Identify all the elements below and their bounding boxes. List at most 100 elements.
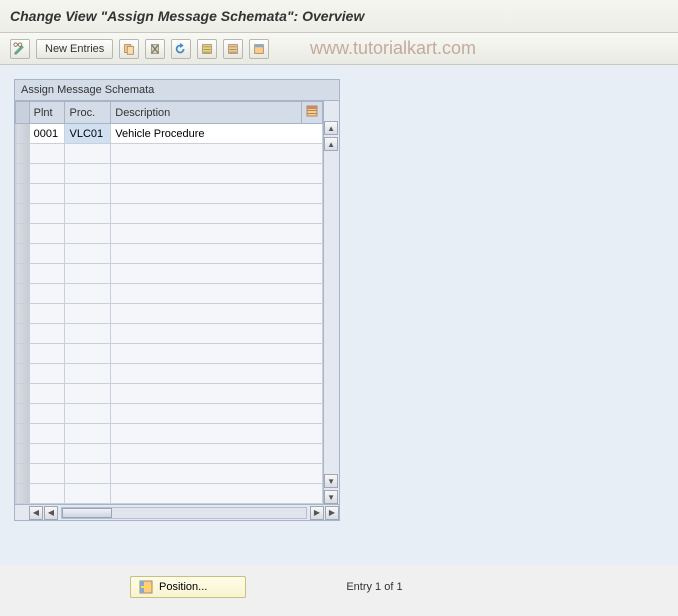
column-header-plnt[interactable]: Plnt (29, 102, 65, 124)
cell-proc[interactable] (65, 384, 111, 404)
row-selector[interactable] (16, 204, 30, 224)
copy-button[interactable] (119, 39, 139, 59)
row-selector[interactable] (16, 164, 30, 184)
cell-proc[interactable] (65, 404, 111, 424)
position-button[interactable]: Position... (130, 576, 246, 598)
row-selector[interactable] (16, 464, 30, 484)
column-header-desc[interactable]: Description (111, 102, 302, 124)
toggle-button[interactable] (10, 39, 30, 59)
cell-plnt[interactable] (29, 484, 65, 504)
row-selector[interactable] (16, 364, 30, 384)
cell-desc[interactable] (111, 184, 323, 204)
cell-proc[interactable] (65, 424, 111, 444)
cell-desc[interactable] (111, 204, 323, 224)
row-selector[interactable] (16, 324, 30, 344)
scroll-last-arrow[interactable]: ▶ (325, 506, 339, 520)
scroll-first-arrow[interactable]: ◀ (29, 506, 43, 520)
cell-desc[interactable] (111, 144, 323, 164)
scroll-right-arrow[interactable]: ▶ (310, 506, 324, 520)
cell-desc[interactable] (111, 264, 323, 284)
cell-proc[interactable] (65, 364, 111, 384)
delete-button[interactable] (145, 39, 165, 59)
cell-proc[interactable] (65, 264, 111, 284)
cell-desc[interactable] (111, 324, 323, 344)
column-header-proc[interactable]: Proc. (65, 102, 111, 124)
cell-proc[interactable] (65, 164, 111, 184)
cell-desc[interactable] (111, 384, 323, 404)
cell-proc[interactable] (65, 444, 111, 464)
scroll-up-arrow[interactable]: ▲ (324, 121, 338, 135)
row-selector[interactable] (16, 144, 30, 164)
cell-desc[interactable] (111, 224, 323, 244)
cell-plnt[interactable] (29, 304, 65, 324)
cell-desc[interactable] (111, 284, 323, 304)
cell-plnt[interactable] (29, 324, 65, 344)
select-all-button[interactable] (197, 39, 217, 59)
cell-plnt[interactable] (29, 444, 65, 464)
row-selector[interactable] (16, 264, 30, 284)
cell-proc[interactable] (65, 184, 111, 204)
cell-proc[interactable] (65, 304, 111, 324)
scroll-up-arrow-2[interactable]: ▲ (324, 137, 338, 151)
hscroll-track[interactable] (61, 507, 307, 519)
cell-desc[interactable] (111, 364, 323, 384)
horizontal-scrollbar[interactable]: ◀ ◀ ▶ ▶ (15, 504, 339, 520)
cell-desc[interactable] (111, 444, 323, 464)
cell-proc[interactable] (65, 464, 111, 484)
cell-plnt[interactable] (29, 184, 65, 204)
cell-plnt[interactable] (29, 264, 65, 284)
vertical-scrollbar[interactable]: ▲ ▲ ▼ ▼ (323, 101, 339, 504)
cell-plnt[interactable] (29, 404, 65, 424)
row-selector[interactable] (16, 424, 30, 444)
deselect-all-button[interactable] (223, 39, 243, 59)
cell-proc[interactable] (65, 144, 111, 164)
cell-plnt[interactable] (29, 344, 65, 364)
row-selector[interactable] (16, 484, 30, 504)
cell-desc[interactable]: Vehicle Procedure (111, 124, 323, 144)
cell-proc[interactable] (65, 204, 111, 224)
row-selector[interactable] (16, 224, 30, 244)
cell-proc[interactable] (65, 484, 111, 504)
row-selector[interactable] (16, 284, 30, 304)
cell-plnt[interactable] (29, 144, 65, 164)
row-selector[interactable] (16, 404, 30, 424)
cell-plnt[interactable] (29, 204, 65, 224)
row-selector[interactable] (16, 384, 30, 404)
cell-plnt[interactable]: 0001 (29, 124, 65, 144)
cell-plnt[interactable] (29, 284, 65, 304)
hscroll-thumb[interactable] (62, 508, 112, 518)
row-selector[interactable] (16, 344, 30, 364)
config-button[interactable] (249, 39, 269, 59)
scroll-left-arrow[interactable]: ◀ (44, 506, 58, 520)
cell-desc[interactable] (111, 464, 323, 484)
cell-desc[interactable] (111, 404, 323, 424)
cell-plnt[interactable] (29, 224, 65, 244)
cell-desc[interactable] (111, 304, 323, 324)
cell-plnt[interactable] (29, 164, 65, 184)
cell-plnt[interactable] (29, 244, 65, 264)
cell-proc[interactable] (65, 244, 111, 264)
cell-desc[interactable] (111, 244, 323, 264)
new-entries-button[interactable]: New Entries (36, 39, 113, 59)
cell-plnt[interactable] (29, 384, 65, 404)
scroll-down-arrow-2[interactable]: ▼ (324, 474, 338, 488)
row-selector[interactable] (16, 124, 30, 144)
cell-proc[interactable]: VLC01 (65, 124, 111, 144)
undo-button[interactable] (171, 39, 191, 59)
cell-desc[interactable] (111, 344, 323, 364)
cell-desc[interactable] (111, 164, 323, 184)
scroll-down-arrow[interactable]: ▼ (324, 490, 338, 504)
cell-desc[interactable] (111, 424, 323, 444)
cell-plnt[interactable] (29, 424, 65, 444)
row-selector[interactable] (16, 444, 30, 464)
cell-proc[interactable] (65, 224, 111, 244)
cell-desc[interactable] (111, 484, 323, 504)
row-selector[interactable] (16, 304, 30, 324)
cell-proc[interactable] (65, 284, 111, 304)
cell-plnt[interactable] (29, 464, 65, 484)
column-settings-button[interactable] (302, 102, 323, 124)
cell-proc[interactable] (65, 324, 111, 344)
cell-plnt[interactable] (29, 364, 65, 384)
row-selector[interactable] (16, 244, 30, 264)
cell-proc[interactable] (65, 344, 111, 364)
